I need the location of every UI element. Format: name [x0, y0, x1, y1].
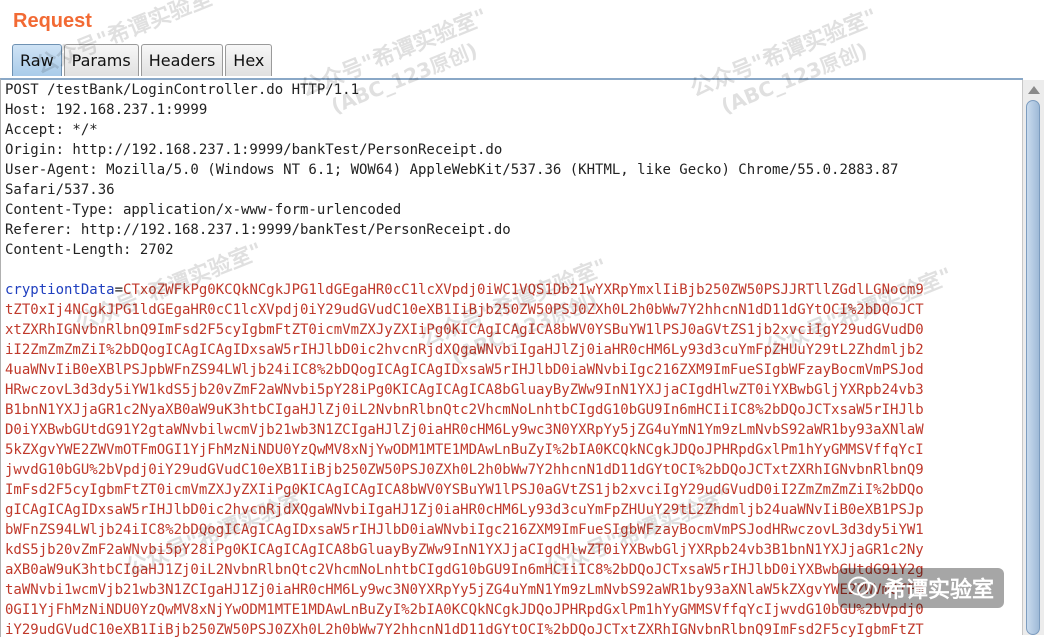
tab-raw[interactable]: Raw [12, 44, 62, 76]
badge-text: 希谭实验室 [884, 578, 995, 603]
body-first-line: cryptiontData=CTxoZWFkPg0KCQkNCgkJPG1ldG… [1, 280, 1023, 300]
chevron-up-icon[interactable] [1028, 86, 1040, 94]
body-line: bWFnZS94LWljb24iIC8%2bDQogICAgICAgIDxsaW… [5, 522, 924, 538]
body-line: xtZXRhIGNvbnRlbnQ9ImFsd2F5cyIgbmFtZT0icm… [5, 322, 924, 338]
body-line: iY29udGVudC10eXB1IiBjb250ZW50PSJ0ZXh0L2h… [5, 622, 924, 637]
request-line: POST /testBank/LoginController.do HTTP/1… [5, 82, 360, 98]
vertical-scrollbar[interactable] [1022, 80, 1044, 635]
header-origin: Origin: http://192.168.237.1:9999/bankTe… [5, 142, 503, 158]
tab-params[interactable]: Params [63, 44, 139, 76]
request-panel-title: Request [13, 10, 92, 32]
wechat-logo-icon [848, 575, 878, 601]
body-line: D0iYXBwbGUtdG91Y2gtaWNvbilwcmVjb21wb3N1Z… [5, 422, 924, 438]
request-tabs: Raw Params Headers Hex [12, 44, 274, 78]
param-equals: = [114, 282, 124, 298]
body-line: 4uaWNvIiB0eXBlPSJpbWFnZS94LWljb24iIC8%2b… [5, 362, 924, 378]
raw-request-editor[interactable]: POST /testBank/LoginController.do HTTP/1… [0, 78, 1023, 637]
body-line: B1bnN1YXJjaGR1c2NyaXB0aW9uK3htbCIgaHJlZj… [5, 402, 924, 418]
body-line: ImFsd2F5cyIgbmFtZT0icmVmZXJyZXIiPg0KICAg… [5, 482, 924, 498]
header-referer: Referer: http://192.168.237.1:9999/bankT… [5, 222, 511, 238]
body-line: 5kZXgvYWE2ZWVmOTFmOGI1YjFhMzNiNDU0YzQwMV… [5, 442, 924, 458]
header-content-type: Content-Type: application/x-www-form-url… [5, 202, 402, 218]
account-badge: 希谭实验室 [838, 568, 1005, 608]
header-accept: Accept: */* [5, 122, 98, 138]
body-line: jwvdG10bGU%2bVpdj0iY29udGVudC10eXB1IiBjb… [5, 462, 924, 478]
body-line: iI2ZmZmZmZiI%2bDQogICAgICAgIDxsaW5rIHJlb… [5, 342, 924, 358]
header-user-agent: User-Agent: Mozilla/5.0 (Windows NT 6.1;… [5, 162, 899, 178]
body-line: HRwczovL3d3dy5iYW1kdS5jb20vZmF2aWNvbi5pY… [5, 382, 924, 398]
body-line: kdS5jb20vZmF2aWNvbi5pY28iPg0KICAgICAgICA… [5, 542, 924, 558]
body-line: gICAgICAgIDxsaW5rIHJlbD0ic2hvcnRjdXQgaWN… [5, 502, 924, 518]
header-user-agent-cont: Safari/537.36 [5, 182, 115, 198]
tab-headers[interactable]: Headers [140, 44, 224, 76]
tab-hex[interactable]: Hex [225, 44, 273, 76]
scrollbar-thumb[interactable] [1026, 100, 1040, 635]
header-host: Host: 192.168.237.1:9999 [5, 102, 208, 118]
body-line: tZT0xIj4NCgkJPG1ldGEgaHR0cC1lcXVpdj0iY29… [5, 302, 924, 318]
header-content-length: Content-Length: 2702 [5, 242, 174, 258]
param-value-start: CTxoZWFkPg0KCQkNCgkJPG1ldGEgaHR0cC1lcXVp… [123, 282, 924, 298]
param-name: cryptiontData [5, 282, 115, 298]
